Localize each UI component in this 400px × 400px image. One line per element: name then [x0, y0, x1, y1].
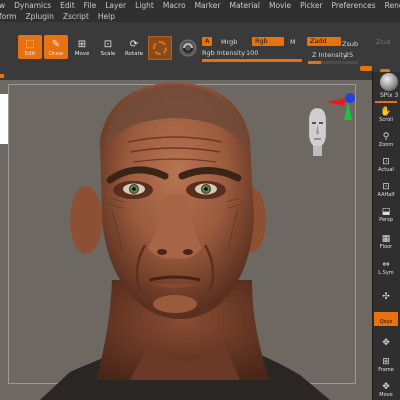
rgb-intensity-slider[interactable]: [202, 59, 302, 62]
menu-row-2: form Zplugin Zscript Help: [0, 11, 124, 22]
texture-swatch-icon[interactable]: [178, 38, 198, 58]
z-intensity-slider[interactable]: [308, 61, 358, 64]
spix-value: 3: [394, 92, 399, 99]
floor-label: Floor: [379, 244, 393, 250]
move-view-icon: ✥: [382, 382, 390, 392]
lsym-label: L.Sym: [378, 270, 394, 276]
z-intensity-fill: [308, 61, 321, 64]
z-intensity-label: Z Intensity: [312, 51, 347, 59]
aahalf-button[interactable]: ⊡ AAHalf: [374, 180, 398, 199]
rotate-label: Rotate: [124, 51, 143, 57]
scale-icon: ⊡: [103, 39, 113, 50]
menu-bar: w Dynamics Edit File Layer Light Macro M…: [0, 0, 400, 22]
menu-item-light[interactable]: Light: [135, 1, 154, 10]
scale-label: Scale: [100, 51, 116, 57]
draw-button[interactable]: ✎ Draw: [44, 35, 68, 59]
menu-item-zplugin[interactable]: Zplugin: [26, 12, 54, 21]
persp-label: Persp: [379, 217, 393, 223]
document-canvas[interactable]: [0, 80, 372, 400]
zsub-toggle[interactable]: Zsub: [342, 40, 358, 48]
scale-button[interactable]: ⊡ Scale: [96, 35, 120, 59]
rotate-view-button[interactable]: ✥: [374, 330, 398, 349]
menu-item-picker[interactable]: Picker: [300, 1, 322, 10]
scroll-button[interactable]: ✋ Scroll: [374, 105, 398, 124]
menu-item-zscript[interactable]: Zscript: [63, 12, 89, 21]
menu-item-help[interactable]: Help: [98, 12, 115, 21]
rotate-button[interactable]: ⟳ Rotate: [122, 35, 146, 59]
menu-item-edit[interactable]: Edit: [60, 1, 75, 10]
zadd-toggle[interactable]: Zadd: [307, 37, 341, 46]
move-view-button[interactable]: ✥ Move: [374, 380, 398, 399]
material-preview-sphere[interactable]: [380, 73, 398, 91]
menu-item-render[interactable]: Render: [385, 1, 400, 10]
zoom-button[interactable]: ⚲ Zoom: [374, 130, 398, 149]
zcut-toggle[interactable]: Zcut: [376, 38, 391, 46]
mrgb-toggle[interactable]: Mrgb: [221, 38, 237, 46]
actual-button[interactable]: ⊡ Actual: [374, 155, 398, 174]
floor-grid-icon: ▦: [381, 234, 391, 244]
frame-button[interactable]: ⊞ Frame: [374, 355, 398, 374]
top-toolbar: ⬚ Edit ✎ Draw ⊞ Move ⊡ Scale ⟳ Rotate A …: [0, 22, 400, 73]
spix-slider-fill: [375, 101, 397, 103]
move-view-label: Move: [379, 392, 393, 398]
m-toggle[interactable]: M: [290, 38, 296, 46]
aahalf-icon: ⊡: [382, 182, 390, 192]
menu-row-1: w Dynamics Edit File Layer Light Macro M…: [0, 0, 400, 11]
material-sphere-button[interactable]: [148, 36, 172, 60]
rgb-intensity-fill: [202, 59, 302, 62]
rotate-view-icon: ✥: [382, 338, 390, 348]
magnifier-icon: ⚲: [382, 132, 390, 142]
menu-item-transform[interactable]: form: [0, 12, 17, 21]
frame-label: Frame: [378, 367, 394, 373]
scroll-label: Scroll: [379, 117, 393, 123]
zoom-label: Zoom: [378, 142, 394, 148]
symmetry-icon: ⇔: [382, 260, 390, 270]
menu-item-layer[interactable]: Layer: [105, 1, 126, 10]
edit-label: Edit: [24, 51, 36, 57]
rotate-icon: ⟳: [129, 39, 139, 50]
canvas-top-strip: [0, 72, 372, 80]
persp-button[interactable]: ⬓ Persp: [374, 205, 398, 224]
move-button[interactable]: ⊞ Move: [70, 35, 94, 59]
menu-item[interactable]: w: [0, 1, 5, 10]
perspective-icon: ⬓: [381, 207, 391, 217]
menu-item-movie[interactable]: Movie: [269, 1, 291, 10]
draw-label: Draw: [48, 51, 64, 57]
draw-icon: ✎: [51, 39, 61, 50]
edit-button[interactable]: ⬚ Edit: [18, 35, 42, 59]
move-icon: ⊞: [77, 39, 87, 50]
qxyz-button[interactable]: Qxyz: [374, 312, 398, 326]
menu-item-dynamics[interactable]: Dynamics: [14, 1, 51, 10]
rgb-intensity-label: Rgb Intensity: [202, 49, 246, 57]
menu-item-marker[interactable]: Marker: [195, 1, 221, 10]
spix-label: SPix: [380, 92, 393, 99]
material-sphere-icon: [153, 41, 167, 55]
menu-item-preferences[interactable]: Preferences: [332, 1, 376, 10]
rgb-intensity-value: 100: [246, 49, 259, 57]
canvas-strip-accent: [360, 66, 372, 71]
qxyz-label: Qxyz: [379, 319, 393, 325]
floor-button[interactable]: ▦ Floor: [374, 232, 398, 251]
edit-icon: ⬚: [25, 39, 35, 50]
move-label: Move: [74, 51, 90, 57]
transp-button[interactable]: ✣: [374, 284, 398, 303]
menu-item-material[interactable]: Material: [230, 1, 260, 10]
lsym-button[interactable]: ⇔ L.Sym: [374, 258, 398, 277]
frame-icon: ⊞: [382, 357, 390, 367]
spix-control[interactable]: SPix 3: [380, 92, 398, 99]
actual-size-icon: ⊡: [382, 157, 390, 167]
rgb-toggle[interactable]: Rgb: [252, 37, 284, 46]
menu-item-macro[interactable]: Macro: [163, 1, 186, 10]
a-toggle[interactable]: A: [202, 37, 213, 46]
z-intensity-value: 25: [345, 51, 354, 59]
hand-icon: ✋: [380, 107, 392, 117]
menu-item-file[interactable]: File: [84, 1, 97, 10]
actual-label: Actual: [378, 167, 394, 173]
aahalf-label: AAHalf: [377, 192, 395, 198]
canvas-strip-accent: [0, 74, 4, 78]
xyz-icon: ✣: [382, 292, 390, 302]
axis-gizmo[interactable]: [322, 90, 358, 126]
